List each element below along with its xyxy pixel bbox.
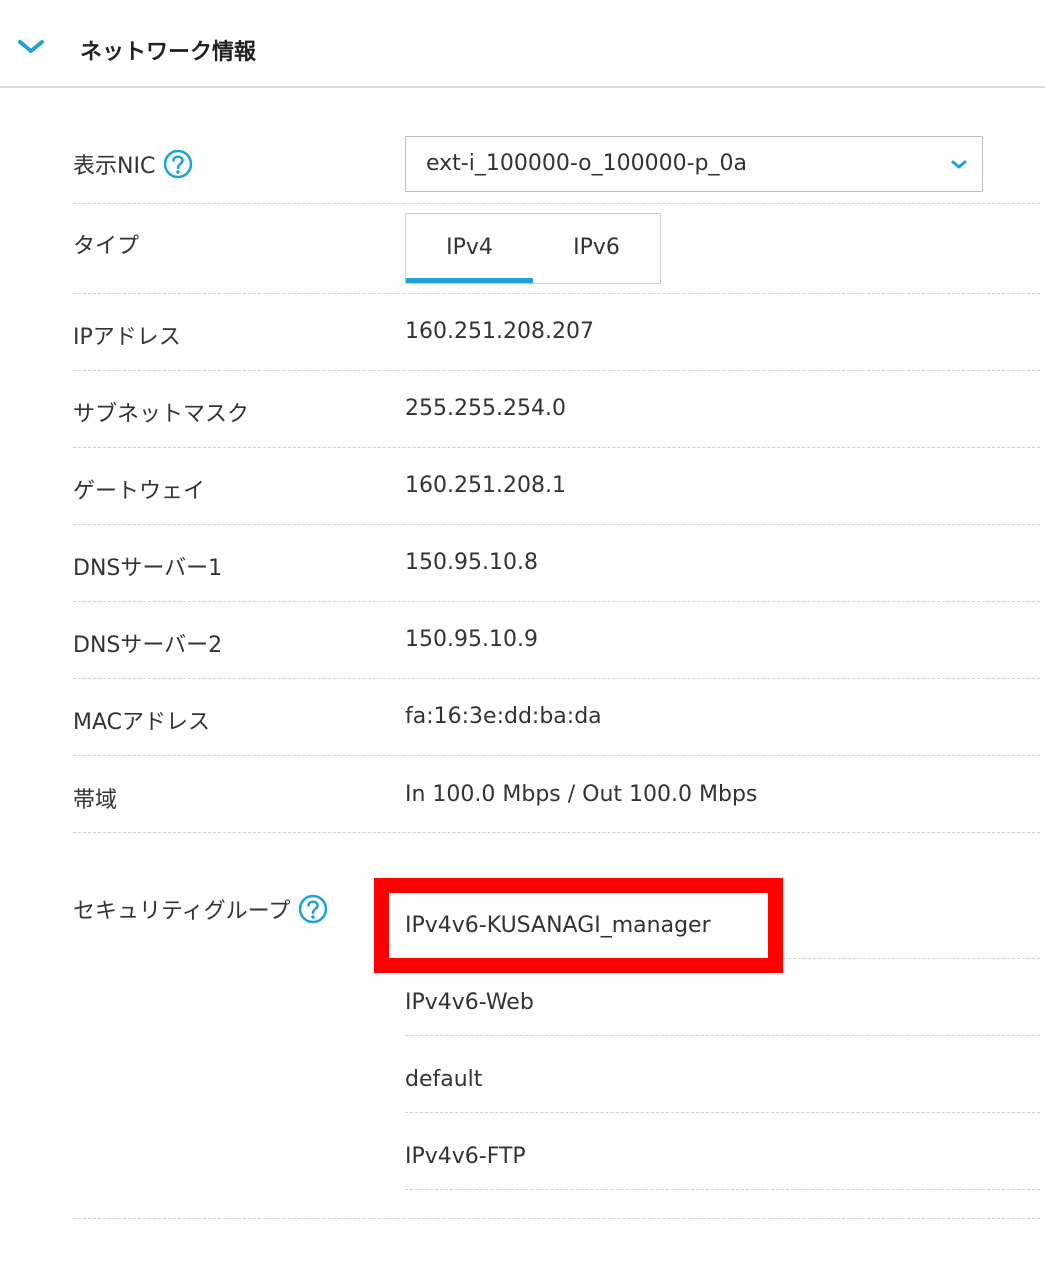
- bandwidth-value: In 100.0 Mbps / Out 100.0 Mbps: [405, 782, 758, 807]
- nic-label: 表示NIC: [73, 148, 193, 180]
- security-group-item: default: [405, 1067, 483, 1092]
- row-divider: [73, 203, 1040, 204]
- security-group-label: セキュリティグループ: [73, 893, 328, 925]
- mac-label: MACアドレス: [73, 710, 211, 735]
- dns1-value: 150.95.10.8: [405, 550, 538, 575]
- chevron-down-icon[interactable]: [16, 36, 46, 58]
- mac-value: fa:16:3e:dd:ba:da: [405, 704, 602, 729]
- row-divider: [405, 1189, 1040, 1190]
- row-divider: [73, 1218, 1040, 1219]
- ip-value: 160.251.208.207: [405, 319, 594, 344]
- gateway-label: ゲートウェイ: [73, 479, 206, 504]
- row-divider: [73, 370, 1040, 371]
- row-divider: [405, 1035, 1040, 1036]
- section-header: ネットワーク情報: [0, 0, 1045, 88]
- row-divider: [73, 832, 1040, 833]
- tab-ipv6[interactable]: IPv6: [533, 214, 660, 283]
- ip-type-tabs: IPv4 IPv6: [405, 213, 661, 284]
- gateway-value: 160.251.208.1: [405, 473, 566, 498]
- section-title: ネットワーク情報: [80, 40, 257, 65]
- row-divider: [73, 678, 1040, 679]
- row-divider: [73, 447, 1040, 448]
- row-divider: [73, 601, 1040, 602]
- row-divider: [405, 1112, 1040, 1113]
- subnet-label: サブネットマスク: [73, 402, 250, 427]
- row-divider: [73, 524, 1040, 525]
- security-group-item: IPv4v6-FTP: [405, 1144, 526, 1169]
- security-group-item: IPv4v6-Web: [405, 990, 534, 1015]
- dns2-value: 150.95.10.9: [405, 627, 538, 652]
- tab-ipv4[interactable]: IPv4: [406, 214, 533, 283]
- bandwidth-label: 帯域: [73, 788, 118, 813]
- row-divider: [783, 958, 1040, 959]
- dns2-label: DNSサーバー2: [73, 633, 223, 658]
- nic-select[interactable]: ext-i_100000-o_100000-p_0a: [405, 136, 983, 192]
- chevron-down-icon: [951, 160, 967, 169]
- row-divider: [73, 293, 1040, 294]
- ip-label: IPアドレス: [73, 325, 181, 350]
- nic-label-text: 表示NIC: [73, 154, 156, 179]
- help-icon[interactable]: [163, 149, 193, 179]
- dns1-label: DNSサーバー1: [73, 556, 223, 581]
- nic-select-value: ext-i_100000-o_100000-p_0a: [426, 151, 747, 176]
- type-label: タイプ: [73, 234, 140, 259]
- security-group-label-text: セキュリティグループ: [73, 899, 291, 924]
- highlight-box: [374, 878, 783, 973]
- help-icon[interactable]: [298, 894, 328, 924]
- row-divider: [73, 755, 1040, 756]
- subnet-value: 255.255.254.0: [405, 396, 566, 421]
